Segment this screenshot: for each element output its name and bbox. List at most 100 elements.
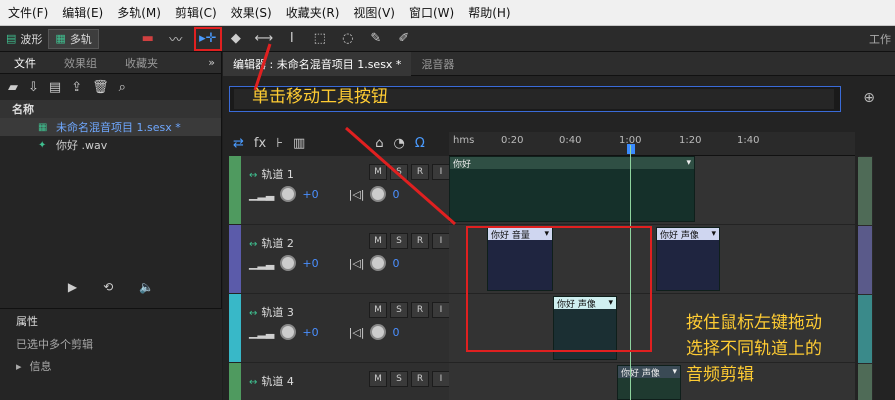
record-button[interactable]: R [411, 233, 429, 249]
tab-mixer[interactable]: 混音器 [411, 52, 464, 76]
volume-knob[interactable] [280, 255, 297, 271]
audio-clip[interactable]: 你好 ▾ [449, 156, 695, 222]
eq-icon[interactable]: ▥ [293, 136, 305, 151]
track-name-3[interactable]: ↔ 轨道 3 [249, 304, 294, 320]
insert-icon[interactable]: ⇪ [71, 80, 82, 95]
effects-icon[interactable]: fx [254, 136, 266, 151]
ruler-tick: 1:20 [679, 135, 702, 146]
menu-bar: 文件(F) 编辑(E) 多轨(M) 剪辑(C) 效果(S) 收藏夹(R) 视图(… [0, 0, 895, 26]
menu-file[interactable]: 文件(F) [8, 4, 48, 21]
pan-value[interactable]: 0 [392, 188, 399, 201]
pan-icon: |◁| [348, 325, 365, 339]
solo-button[interactable]: S [390, 302, 408, 318]
pan-value[interactable]: 0 [392, 326, 399, 339]
panel-overflow-icon[interactable]: » [208, 56, 215, 69]
properties-info-section[interactable]: ▸ 信息 [0, 355, 222, 377]
playhead-marker[interactable] [627, 144, 635, 154]
record-button[interactable]: R [411, 164, 429, 180]
volume-value[interactable]: +0 [302, 188, 318, 201]
track-name-2[interactable]: ↔ 轨道 2 [249, 235, 294, 251]
menu-clip[interactable]: 剪辑(C) [175, 4, 217, 21]
tab-editor[interactable]: 编辑器 : 未命名混音项目 1.sesx * [223, 51, 412, 76]
track-name-1[interactable]: ↔ 轨道 1 [249, 166, 294, 182]
spot-healing-tool-icon[interactable]: ✐ [395, 30, 413, 48]
clip-header: 你好 声像 ▾ [657, 228, 719, 241]
zoom-icon[interactable]: ⊕ [863, 90, 875, 106]
pan-value[interactable]: 0 [392, 257, 399, 270]
menu-multitrack[interactable]: 多轨(M) [117, 4, 161, 21]
menu-favorites[interactable]: 收藏夹(R) [286, 4, 340, 21]
audio-clip[interactable]: 你好 声像 ▾ [656, 227, 720, 291]
file-item-wav[interactable]: ✦ 你好 .wav [0, 136, 221, 154]
input-output-icon[interactable]: ⇄ [233, 136, 244, 151]
volume-value[interactable]: +0 [302, 326, 318, 339]
lasso-tool-icon[interactable]: ◌ [339, 30, 357, 48]
workspace-label[interactable]: 工作 [869, 31, 891, 47]
track-controls: ▁▂▃ +0 |◁| 0 [249, 255, 399, 271]
spectral-pitch-icon[interactable]: 〰 [167, 30, 185, 48]
clip-menu-icon[interactable]: ▾ [686, 158, 691, 168]
multitrack-label: 多轨 [69, 32, 92, 46]
import-icon[interactable]: ⇩ [28, 80, 39, 95]
input-monitor-button[interactable]: I [432, 233, 450, 249]
move-tool-button[interactable]: ▸✛ [193, 26, 222, 51]
loop-icon[interactable]: ⟲ [103, 280, 113, 294]
headphones-icon[interactable]: Ω [415, 136, 425, 151]
menu-view[interactable]: 视图(V) [353, 4, 395, 21]
mute-button[interactable]: M [369, 233, 387, 249]
clip-menu-icon[interactable]: ▾ [672, 367, 677, 377]
pan-knob[interactable] [370, 324, 387, 340]
record-button[interactable]: R [411, 302, 429, 318]
pan-knob[interactable] [370, 186, 387, 202]
volume-icon[interactable]: 🔈 [139, 280, 154, 294]
input-monitor-button[interactable]: I [432, 371, 450, 387]
mute-button[interactable]: M [369, 302, 387, 318]
track-name-4[interactable]: ↔ 轨道 4 [249, 373, 294, 389]
mute-button[interactable]: M [369, 371, 387, 387]
open-folder-icon[interactable]: ▰ [8, 80, 18, 95]
volume-knob[interactable] [280, 324, 297, 340]
razor-tool-icon[interactable]: ◆ [227, 30, 245, 48]
delete-icon[interactable]: 🗑 [92, 80, 109, 95]
marquee-tool-icon[interactable]: ⬚ [311, 30, 329, 48]
clip-menu-icon[interactable]: ▾ [711, 229, 716, 239]
volume-knob[interactable] [280, 186, 297, 202]
timer-icon[interactable]: ◔ [394, 136, 405, 151]
waveform-label: 波形 [20, 32, 43, 46]
pan-knob[interactable] [370, 255, 387, 271]
sends-icon[interactable]: ⊦ [276, 136, 283, 151]
tab-effects-rack[interactable]: 效果组 [50, 55, 111, 71]
slip-tool-icon[interactable]: ⟷ [255, 30, 274, 48]
annotation-step-2: 按住鼠标左键拖动 选择不同轨道上的 音频剪辑 [686, 313, 822, 385]
multitrack-view-button[interactable]: ▦ 多轨 [48, 28, 99, 49]
tab-files[interactable]: 文件 [0, 55, 50, 71]
menu-help[interactable]: 帮助(H) [468, 4, 510, 21]
metronome-icon[interactable]: ⌂ [375, 136, 383, 151]
play-icon[interactable]: ▶ [68, 280, 77, 294]
record-button[interactable]: R [411, 371, 429, 387]
search-icon[interactable]: ⌕ [119, 80, 126, 95]
solo-button[interactable]: S [390, 371, 408, 387]
spectral-frequency-icon[interactable]: ▬ [139, 30, 157, 48]
solo-button[interactable]: S [390, 233, 408, 249]
track-lane[interactable]: 你好 ▾ [449, 156, 855, 224]
audio-clip[interactable]: 你好 声像 ▾ [617, 365, 681, 400]
time-selection-tool-icon[interactable]: I [283, 30, 301, 48]
files-toolbar: ▰ ⇩ ▤ ⇪ 🗑 ⌕ [0, 74, 221, 100]
volume-level-icon: ▁▂▃ [249, 325, 275, 339]
mute-button[interactable]: M [369, 164, 387, 180]
input-monitor-button[interactable]: I [432, 164, 450, 180]
waveform-view-button[interactable]: ▤ 波形 [0, 29, 48, 49]
menu-edit[interactable]: 编辑(E) [62, 4, 103, 21]
ruler-tick: hms [453, 135, 475, 146]
input-monitor-button[interactable]: I [432, 302, 450, 318]
new-file-icon[interactable]: ▤ [49, 80, 61, 95]
brush-tool-icon[interactable]: ✎ [367, 30, 385, 48]
timeline-ruler[interactable]: hms 0:20 0:40 1:00 1:20 1:40 [449, 132, 855, 156]
menu-effects[interactable]: 效果(S) [231, 4, 272, 21]
tab-favorites[interactable]: 收藏夹 [111, 55, 172, 71]
volume-value[interactable]: +0 [302, 257, 318, 270]
menu-window[interactable]: 窗口(W) [409, 4, 454, 21]
solo-button[interactable]: S [390, 164, 408, 180]
file-item-session[interactable]: ▦ 未命名混音项目 1.sesx * [0, 118, 221, 136]
